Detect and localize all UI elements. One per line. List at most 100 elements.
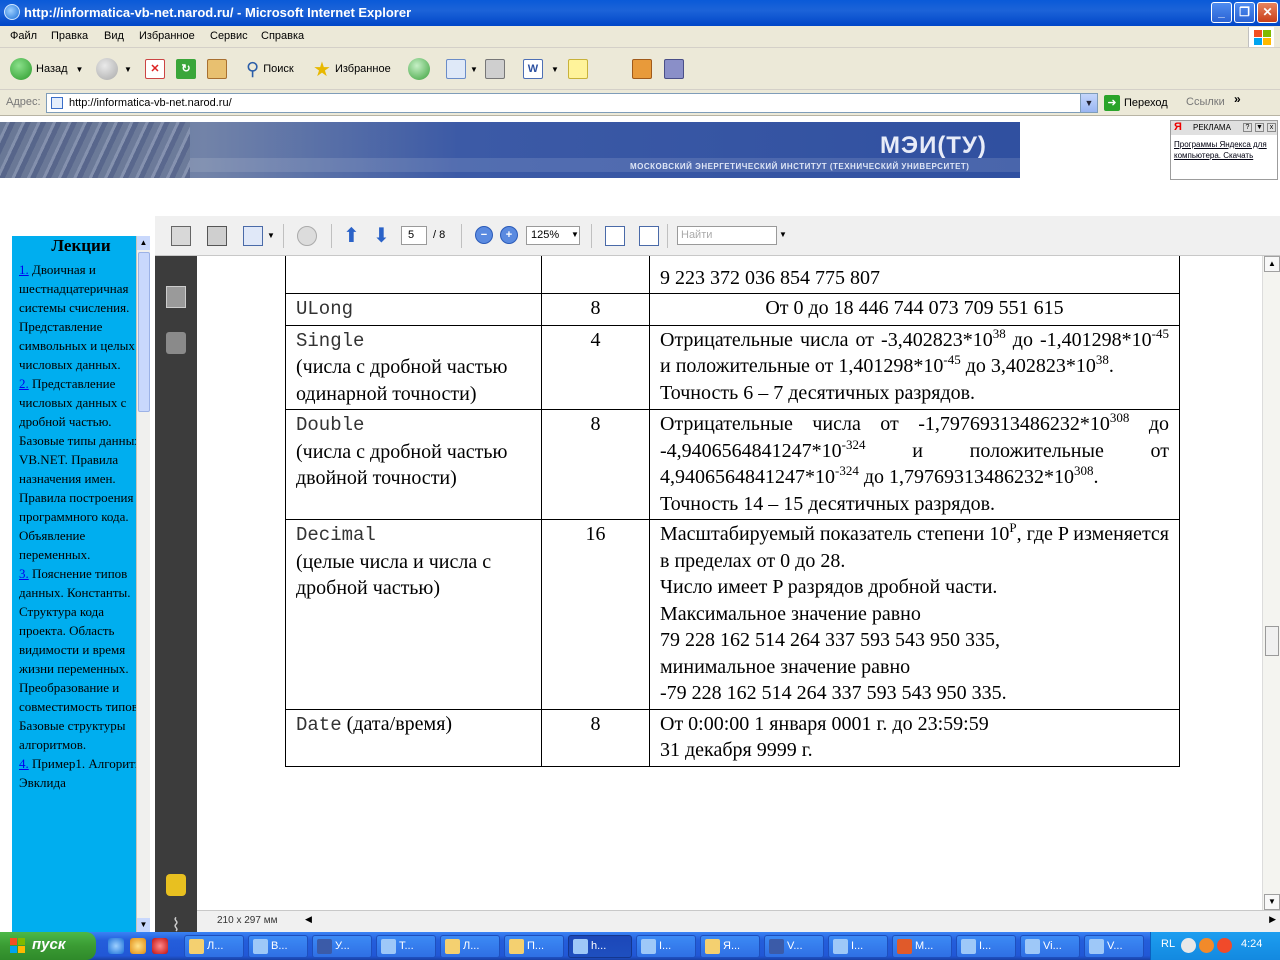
print-button[interactable] [485,56,505,82]
minimize-button[interactable]: _ [1211,2,1232,23]
taskbar-button[interactable]: I... [636,935,696,958]
close-button[interactable]: ✕ [1257,2,1278,23]
links-label[interactable]: Ссылки [1186,96,1225,108]
attachment-icon[interactable]: ⌇ [166,914,186,932]
pdf-page[interactable]: 9 223 372 036 854 775 807 ULong 8 От 0 д… [197,256,1262,910]
scroll-up-icon[interactable]: ▲ [137,236,150,250]
lecture-link[interactable]: 1. [19,262,29,277]
next-page-icon[interactable]: ⬇ [373,226,393,246]
page-number-input[interactable]: 5 [401,226,427,245]
taskbar-button[interactable]: V... [764,935,824,958]
taskbar-button[interactable]: М... [892,935,952,958]
menu-favorites[interactable]: Избранное [139,30,195,42]
scrollbar-thumb[interactable] [1265,626,1279,656]
fit-width-icon[interactable] [605,226,625,246]
taskbar-button[interactable]: У... [312,935,372,958]
chevron-down-icon[interactable]: ▼ [571,230,579,239]
taskbar-button[interactable]: Л... [440,935,500,958]
lectures-scrollbar[interactable]: ▲ ▼ [136,236,150,932]
lecture-item[interactable]: 4. Пример1. Алгоритм Эвклида [19,756,143,790]
home-button[interactable] [207,56,227,82]
taskbar-button-active[interactable]: h... [568,935,632,958]
taskbar-button[interactable]: П... [504,935,564,958]
lecture-link[interactable]: 3. [19,566,29,581]
network-icon[interactable] [1199,938,1214,953]
zoom-in-icon[interactable]: + [500,226,518,244]
antivirus-icon[interactable] [1217,938,1232,953]
lecture-link[interactable]: 2. [19,376,29,391]
window-titlebar[interactable]: http://informatica-vb-net.narod.ru/ - Mi… [0,0,1280,26]
start-button[interactable]: пуск [0,932,96,960]
scroll-right-icon[interactable]: ▶ [1269,914,1276,925]
search-button[interactable]: ⚲ Поиск [246,56,294,82]
share-icon[interactable] [243,226,263,246]
research-button[interactable] [664,56,684,82]
edit-button[interactable]: W ▼ [523,56,559,82]
scrollbar-thumb[interactable] [138,252,150,412]
chevron-down-icon[interactable]: ▼ [76,65,84,74]
maximize-button[interactable]: ❐ [1234,2,1255,23]
find-input[interactable]: Найти [677,226,777,245]
comments-icon[interactable] [166,874,186,896]
taskbar-button[interactable]: Я... [700,935,760,958]
favorites-button[interactable]: ★ Избранное [313,56,391,82]
menu-file[interactable]: Файл [10,30,37,42]
taskbar-button[interactable]: I... [828,935,888,958]
previous-page-icon[interactable]: ⬆ [343,226,363,246]
fit-page-icon[interactable] [639,226,659,246]
refresh-button[interactable]: ↻ [176,56,196,82]
clock[interactable]: 4:24 [1241,938,1262,950]
stop-button[interactable]: ✕ [145,56,165,82]
help-icon[interactable]: ? [1243,123,1252,132]
lecture-item[interactable]: 1. Двоичная и шестнадцатеричная системы … [19,262,135,372]
print-icon[interactable] [171,226,191,246]
pdf-vertical-scrollbar[interactable]: ▲ ▼ [1262,256,1280,910]
discuss-button[interactable] [568,56,588,82]
ie-quicklaunch-icon[interactable] [108,938,124,954]
links-more-chevron-icon[interactable]: » [1234,92,1241,106]
comment-icon[interactable] [297,226,317,246]
scroll-down-icon[interactable]: ▼ [1264,894,1280,910]
taskbar-button[interactable]: Т... [376,935,436,958]
forward-button[interactable]: ▼ [96,56,132,82]
opera-quicklaunch-icon[interactable] [130,938,146,954]
menu-tools[interactable]: Сервис [210,30,248,42]
chevron-down-icon[interactable]: ▼ [267,231,275,240]
save-icon[interactable] [207,226,227,246]
back-button[interactable]: Назад ▼ [10,56,83,82]
scroll-left-icon[interactable]: ◀ [305,914,312,925]
scroll-up-icon[interactable]: ▲ [1264,256,1280,272]
tray-expand-icon[interactable] [1181,938,1196,953]
history-button[interactable] [408,56,430,82]
menu-help[interactable]: Справка [261,30,304,42]
close-icon[interactable]: x [1267,123,1276,132]
messenger-button[interactable] [632,56,652,82]
chevron-down-icon[interactable]: ▼ [124,65,132,74]
address-dropdown-chevron-icon[interactable]: ▼ [1080,94,1097,112]
address-input[interactable]: http://informatica-vb-net.narod.ru/ ▼ [46,93,1098,113]
address-url[interactable]: http://informatica-vb-net.narod.ru/ [69,97,232,109]
chevron-down-icon[interactable]: ▼ [1255,123,1264,132]
taskbar-button[interactable]: I... [956,935,1016,958]
taskbar-button[interactable]: V... [1084,935,1144,958]
binoculars-icon[interactable] [166,332,186,354]
pages-icon[interactable] [166,286,186,308]
taskbar-button[interactable]: Vi... [1020,935,1080,958]
scroll-down-icon[interactable]: ▼ [137,918,150,932]
browser-quicklaunch-icon[interactable] [152,938,168,954]
menu-view[interactable]: Вид [104,30,124,42]
taskbar-button[interactable]: Л... [184,935,244,958]
lecture-item[interactable]: 2. Представление числовых данных с дробн… [19,376,141,562]
go-button[interactable]: ➜ Переход [1104,95,1168,111]
chevron-down-icon[interactable]: ▼ [779,230,787,239]
lecture-item[interactable]: 3. Пояснение типов данных. Константы. Ст… [19,566,141,752]
lecture-link[interactable]: 4. [19,756,29,771]
yandex-ad-link[interactable]: Программы Яндекса для компьютера. Скачат… [1174,139,1274,161]
chevron-down-icon[interactable]: ▼ [470,65,478,74]
language-indicator[interactable]: RL [1161,938,1175,950]
taskbar-button[interactable]: В... [248,935,308,958]
chevron-down-icon[interactable]: ▼ [551,65,559,74]
mail-button[interactable]: ▼ [446,56,478,82]
zoom-out-icon[interactable]: − [475,226,493,244]
mei-banner[interactable]: МЭИ(ТУ) МОСКОВСКИЙ ЭНЕРГЕТИЧЕСКИЙ ИНСТИТ… [0,122,1020,178]
